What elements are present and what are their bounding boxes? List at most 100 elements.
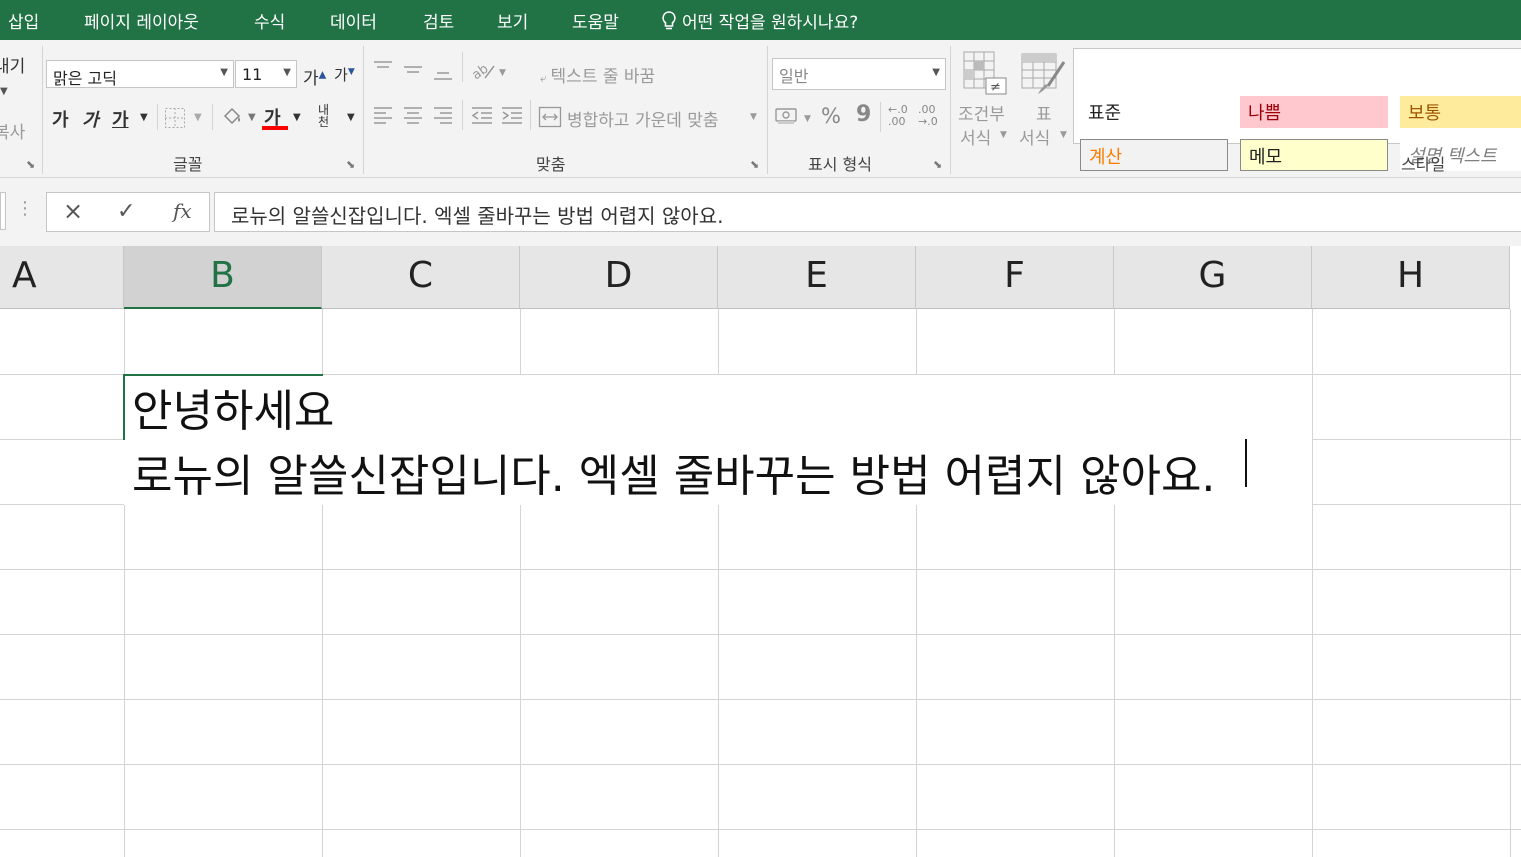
grid-row-line — [0, 764, 1521, 765]
format-as-table-label-2: 서식 — [1019, 129, 1051, 149]
tab-data[interactable]: 데이터 — [330, 8, 377, 33]
number-format-combo[interactable]: 일반 ▼ — [772, 58, 946, 90]
tab-insert[interactable]: 삽입 — [8, 8, 39, 33]
grid-column-line — [1312, 309, 1313, 857]
column-header-f[interactable]: F — [916, 246, 1114, 309]
paste-dropdown-arrow[interactable]: ▼ — [0, 86, 8, 97]
insert-function-icon[interactable]: fx — [173, 199, 192, 223]
column-header-c[interactable]: C — [322, 246, 520, 309]
fill-color-icon[interactable] — [220, 104, 244, 132]
increase-decimal-button[interactable]: ←.0 .00 — [888, 104, 914, 128]
align-center-icon[interactable] — [402, 104, 424, 132]
font-color-dropdown-arrow[interactable]: ▼ — [293, 112, 301, 123]
divider — [42, 46, 43, 174]
style-calculation-cell[interactable]: 계산 — [1080, 139, 1228, 171]
number-launcher-icon[interactable]: ⬊ — [933, 158, 942, 171]
tab-help[interactable]: 도움말 — [572, 8, 619, 33]
column-header-e[interactable]: E — [718, 246, 916, 309]
cancel-icon[interactable]: × — [63, 197, 83, 225]
borders-icon[interactable] — [164, 107, 186, 133]
currency-icon[interactable] — [774, 106, 800, 132]
grid-row-line — [0, 569, 1521, 570]
chevron-down-icon: ▼ — [283, 67, 291, 78]
text-cursor — [1245, 439, 1247, 487]
alignment-launcher-icon[interactable]: ⬊ — [750, 158, 759, 171]
decrease-decimal-button[interactable]: .00 →.0 — [918, 104, 944, 128]
orientation-icon[interactable]: ab — [469, 58, 498, 86]
percent-button[interactable]: % — [821, 104, 841, 128]
divider — [462, 52, 463, 82]
bold-button[interactable]: 가 — [52, 106, 69, 132]
align-right-icon[interactable] — [432, 104, 454, 132]
currency-dropdown-arrow[interactable]: ▼ — [804, 114, 811, 124]
shrink-font-button[interactable]: 가▼ — [334, 64, 355, 85]
conditional-formatting-dropdown-arrow: ▼ — [1000, 130, 1007, 140]
ribbon: 내기 ▼ 복사 ⬊ 맑은 고딕 ▼ 11 ▼ 가▲ 가▼ 가 가 가 ▼ ▼ ▼… — [0, 40, 1521, 178]
align-middle-icon[interactable] — [402, 60, 424, 82]
divider — [212, 104, 213, 130]
enter-icon[interactable]: ✓ — [117, 199, 135, 224]
column-header-h[interactable]: H — [1312, 246, 1510, 309]
phonetic-button[interactable]: 내천 — [318, 104, 340, 128]
grid-row-line — [0, 634, 1521, 635]
shrink-font-label: 가 — [334, 66, 348, 84]
divider — [767, 46, 768, 174]
underline-dropdown-arrow[interactable]: ▼ — [140, 112, 148, 123]
font-name-combo[interactable]: 맑은 고딕 ▼ — [46, 60, 234, 88]
fill-color-dropdown-arrow[interactable]: ▼ — [248, 112, 256, 123]
formula-input[interactable]: 로뉴의 알쓸신잡입니다. 엑셀 줄바꾸는 방법 어렵지 않아요. — [214, 192, 1521, 232]
underline-button[interactable]: 가 — [112, 106, 129, 132]
column-header-g[interactable]: G — [1114, 246, 1312, 309]
wrap-text-label: 텍스트 줄 바꿈 — [550, 67, 656, 87]
column-header-d[interactable]: D — [520, 246, 718, 309]
font-launcher-icon[interactable]: ⬊ — [346, 158, 355, 171]
font-size-value: 11 — [242, 65, 263, 84]
merge-dropdown-arrow[interactable]: ▼ — [750, 112, 757, 122]
merge-icon[interactable] — [538, 106, 562, 132]
phonetic-dropdown-arrow[interactable]: ▼ — [347, 112, 355, 123]
column-header-a[interactable]: A — [0, 246, 124, 309]
copy-button-label[interactable]: 복사 — [0, 118, 25, 143]
tab-page-layout[interactable]: 페이지 레이아웃 — [84, 8, 199, 33]
tab-view[interactable]: 보기 — [497, 8, 528, 33]
column-header-b[interactable]: B — [124, 246, 322, 309]
grow-font-label: 가 — [303, 69, 319, 89]
comma-button[interactable]: 9 — [856, 102, 871, 127]
style-note-cell[interactable]: 메모 — [1240, 139, 1388, 171]
tell-me-text: 어떤 작업을 원하시나요? — [682, 13, 859, 33]
worksheet-grid[interactable]: 안녕하세요 로뉴의 알쓸신잡입니다. 엑셀 줄바꾸는 방법 어렵지 않아요. — [0, 309, 1521, 857]
font-name-value: 맑은 고딕 — [53, 69, 117, 88]
align-bottom-icon[interactable] — [432, 60, 454, 86]
divider — [157, 104, 158, 130]
formula-bar: ⋮ × ✓ fx 로뉴의 알쓸신잡입니다. 엑셀 줄바꾸는 방법 어렵지 않아요… — [0, 178, 1521, 246]
style-normal-cell[interactable]: 표준 — [1080, 96, 1228, 128]
conditional-formatting-icon: ≠ — [962, 50, 1008, 100]
tab-formulas[interactable]: 수식 — [254, 8, 285, 33]
align-top-icon[interactable] — [372, 60, 394, 82]
tab-review[interactable]: 검토 — [423, 8, 454, 33]
clipboard-launcher-icon[interactable]: ⬊ — [26, 158, 35, 171]
italic-button[interactable]: 가 — [82, 106, 99, 132]
wrap-text-button[interactable]: ⤶ 텍스트 줄 바꿈 — [540, 62, 655, 87]
align-left-icon[interactable] — [372, 104, 394, 132]
conditional-formatting-label-1: 조건부 — [958, 105, 1005, 125]
grow-font-button[interactable]: 가▲ — [303, 64, 326, 89]
style-neutral-cell[interactable]: 보통 — [1400, 96, 1521, 128]
conditional-formatting-label-2: 서식 — [960, 129, 992, 149]
format-as-table-icon — [1020, 52, 1068, 102]
borders-dropdown-arrow[interactable]: ▼ — [194, 112, 202, 123]
font-size-combo[interactable]: 11 ▼ — [235, 60, 297, 88]
name-box[interactable] — [0, 192, 6, 230]
increase-indent-icon[interactable] — [500, 104, 524, 132]
merge-center-button[interactable]: 병합하고 가운데 맞춤 — [567, 106, 719, 131]
tell-me-search[interactable]: 어떤 작업을 원하시나요? — [660, 8, 858, 33]
menu-bar: 삽입 페이지 레이아웃 수식 데이터 검토 보기 도움말 어떤 작업을 원하시나… — [0, 0, 1521, 40]
grid-column-line — [1510, 309, 1511, 857]
decrease-indent-icon[interactable] — [470, 104, 494, 132]
styles-group-label: 스타일 — [1401, 155, 1446, 174]
paste-button-label[interactable]: 내기 — [0, 52, 25, 77]
more-options-icon[interactable]: ⋮ — [16, 198, 34, 219]
style-bad-cell[interactable]: 나쁨 — [1240, 96, 1388, 128]
orientation-dropdown-arrow[interactable]: ▼ — [499, 68, 506, 78]
divider — [530, 100, 531, 130]
